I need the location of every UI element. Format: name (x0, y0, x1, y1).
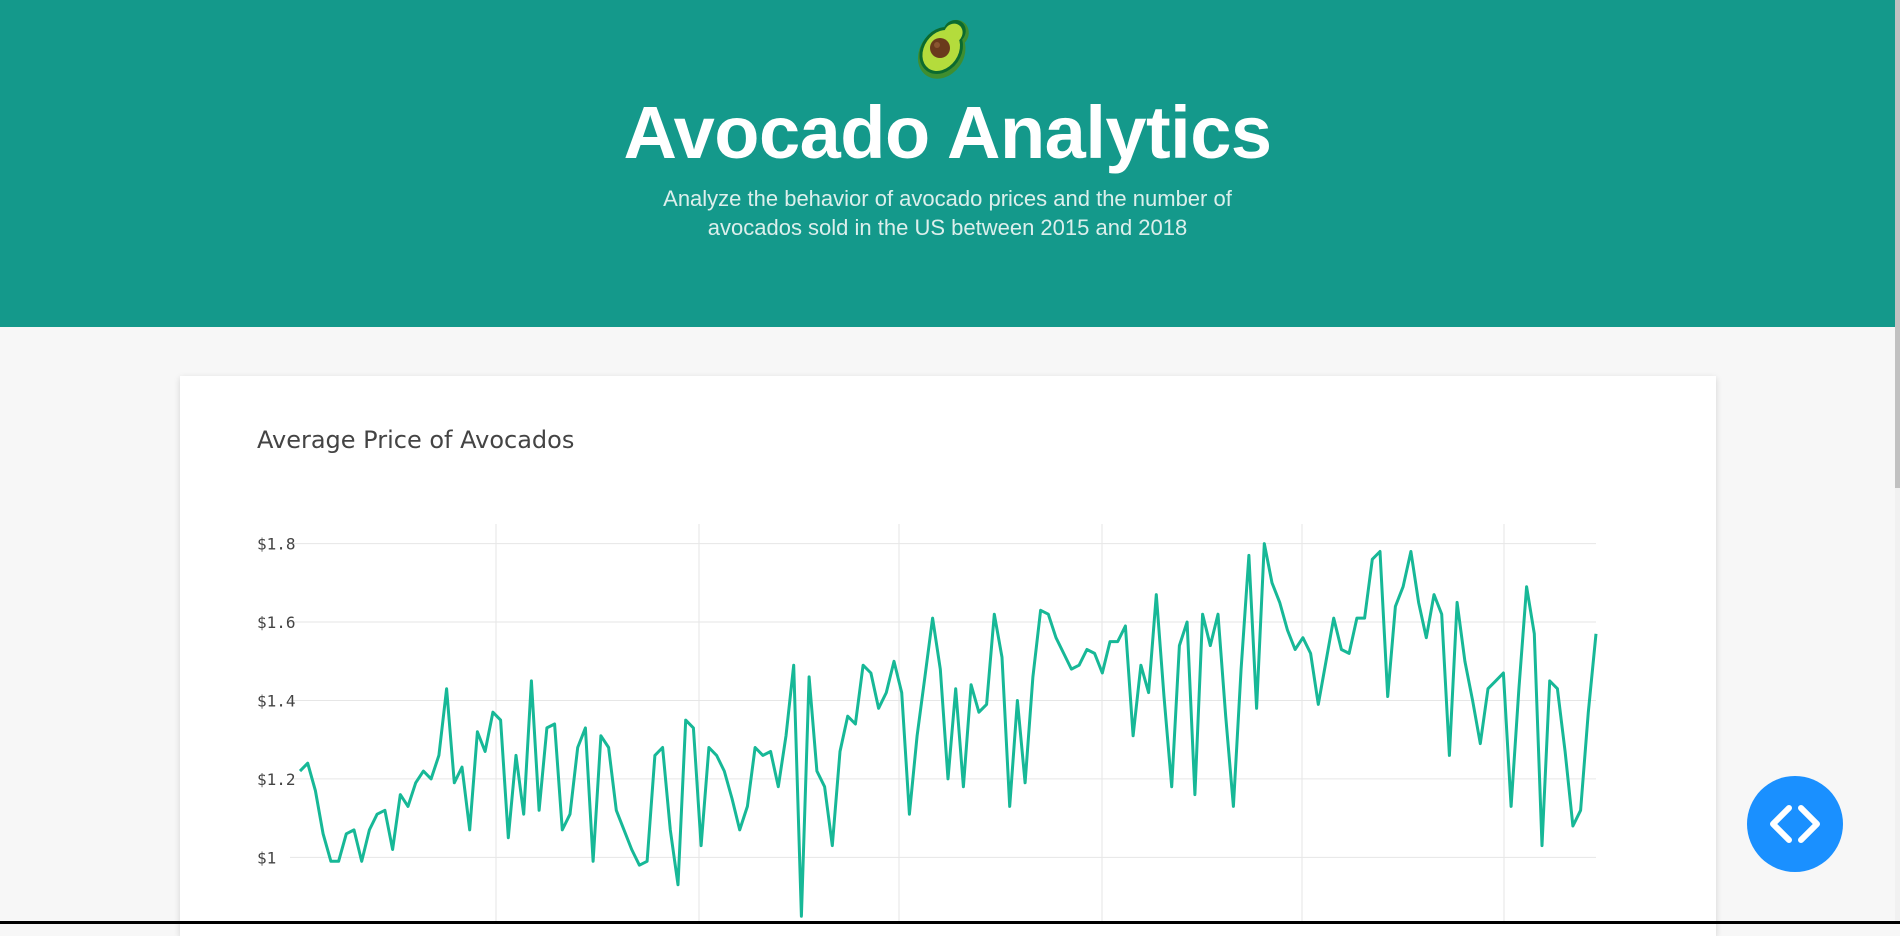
code-brackets-icon (1770, 805, 1820, 843)
page-subtitle: Analyze the behavior of avocado prices a… (663, 186, 1232, 240)
series-line-average-price (298, 542, 1598, 918)
scrollbar-thumb[interactable] (1895, 0, 1900, 488)
page-title: Avocado Analytics (623, 91, 1272, 174)
avocado-icon (917, 19, 969, 79)
page-header: Avocado Analytics Analyze the behavior o… (0, 0, 1895, 327)
y-tick-label: $1.8 (257, 535, 296, 554)
y-axis-ticks: $1.8 $1.6 $1.4 $1.2 $1 (257, 535, 296, 868)
price-chart-card: Average Price of Avocados $1.8 $1.6 $1.4 $1… (180, 376, 1716, 936)
y-tick-label: $1 (257, 848, 276, 867)
y-tick-label: $1.2 (257, 770, 296, 789)
code-toggle-button[interactable] (1747, 776, 1843, 872)
y-tick-label: $1.4 (257, 691, 296, 710)
y-tick-label: $1.6 (257, 613, 296, 632)
chart-title: Average Price of Avocados (257, 426, 574, 454)
price-line-chart: Average Price of Avocados $1.8$1.6$1.4$1… (257, 426, 1598, 924)
